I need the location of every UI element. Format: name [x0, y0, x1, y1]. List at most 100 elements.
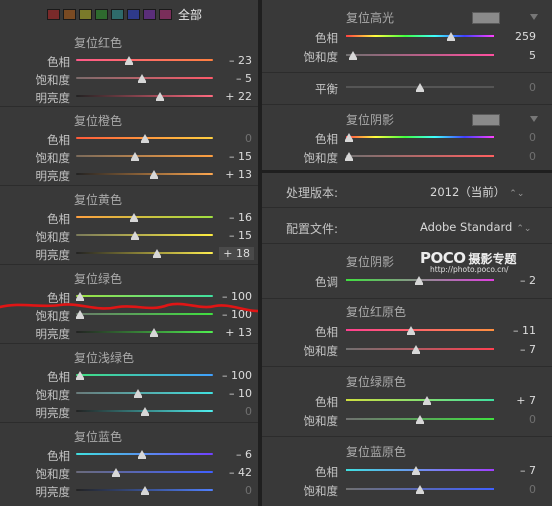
slider-thumb[interactable]: [152, 249, 161, 258]
slider-thumb[interactable]: [414, 276, 423, 285]
slider-thumb[interactable]: [137, 74, 146, 83]
balance-thumb[interactable]: [416, 83, 424, 92]
slider-track[interactable]: [346, 469, 494, 471]
slider-value[interactable]: – 7: [520, 464, 536, 477]
slider-value[interactable]: 0: [529, 131, 536, 144]
slider-track[interactable]: [76, 392, 213, 394]
slider-value[interactable]: + 7: [516, 394, 536, 407]
slider-thumb[interactable]: [125, 56, 134, 65]
slider-thumb[interactable]: [76, 371, 85, 380]
slider-value[interactable]: 0: [529, 413, 536, 426]
slider-thumb[interactable]: [407, 326, 416, 335]
process-version-select[interactable]: 2012（当前） ⌃⌄: [430, 184, 524, 200]
slider-value[interactable]: 0: [529, 150, 536, 163]
shadow-expand-icon[interactable]: [530, 116, 538, 122]
slider-track[interactable]: [346, 136, 494, 138]
slider-track[interactable]: [76, 173, 213, 175]
slider-thumb[interactable]: [140, 486, 149, 495]
slider-track[interactable]: [76, 95, 213, 97]
slider-track[interactable]: [76, 331, 213, 333]
section-reset-title[interactable]: 复位红色: [74, 34, 122, 51]
slider-thumb[interactable]: [416, 415, 424, 424]
slider-value[interactable]: 0: [245, 132, 252, 145]
slider-thumb[interactable]: [150, 170, 159, 179]
slider-thumb[interactable]: [155, 92, 164, 101]
swatch-yellow[interactable]: [79, 8, 92, 20]
slider-track[interactable]: [76, 471, 213, 473]
swatch-purple[interactable]: [143, 8, 156, 20]
slider-value[interactable]: 0: [245, 405, 252, 418]
swatch-aqua[interactable]: [111, 8, 124, 20]
slider-value[interactable]: – 15: [229, 150, 252, 163]
slider-value[interactable]: + 13: [225, 168, 252, 181]
slider-value[interactable]: 259: [515, 30, 536, 43]
slider-thumb[interactable]: [150, 328, 159, 337]
section-reset-title[interactable]: 复位浅绿色: [74, 349, 134, 366]
slider-track[interactable]: [76, 155, 213, 157]
section-reset-title[interactable]: 复位绿色: [74, 270, 122, 287]
slider-track[interactable]: [76, 295, 213, 297]
slider-value[interactable]: – 6: [236, 448, 252, 461]
slider-value[interactable]: 0: [245, 484, 252, 497]
slider-thumb[interactable]: [344, 133, 353, 142]
calib-green-title[interactable]: 复位绿原色: [346, 373, 406, 390]
calib-red-title[interactable]: 复位红原色: [346, 303, 406, 320]
slider-value[interactable]: – 42: [229, 466, 252, 479]
slider-value[interactable]: – 10: [229, 387, 252, 400]
slider-thumb[interactable]: [411, 345, 420, 354]
shadow-color-preview[interactable]: [472, 114, 500, 126]
shadow-reset-title[interactable]: 复位阴影: [346, 111, 394, 128]
slider-value[interactable]: + 22: [225, 90, 252, 103]
slider-track[interactable]: [76, 374, 213, 376]
slider-value[interactable]: + 13: [225, 326, 252, 339]
slider-thumb[interactable]: [133, 389, 142, 398]
slider-thumb[interactable]: [349, 51, 358, 60]
slider-value[interactable]: – 100: [222, 369, 252, 382]
swatch-green[interactable]: [95, 8, 108, 20]
slider-value[interactable]: – 2: [520, 274, 536, 287]
slider-value[interactable]: + 18: [219, 247, 254, 260]
highlight-reset-title[interactable]: 复位高光: [346, 9, 394, 26]
section-reset-title[interactable]: 复位蓝色: [74, 428, 122, 445]
slider-value[interactable]: – 5: [236, 72, 252, 85]
calib-shadow-title[interactable]: 复位阴影: [346, 253, 394, 270]
slider-thumb[interactable]: [76, 292, 85, 301]
all-colors-button[interactable]: 全部: [178, 6, 202, 23]
swatch-magenta[interactable]: [159, 8, 172, 20]
highlight-expand-icon[interactable]: [530, 14, 538, 20]
slider-value[interactable]: – 23: [229, 54, 252, 67]
slider-value[interactable]: 5: [529, 49, 536, 62]
slider-value[interactable]: – 100: [222, 308, 252, 321]
slider-track[interactable]: [346, 399, 494, 401]
slider-thumb[interactable]: [130, 152, 139, 161]
slider-value[interactable]: – 100: [222, 290, 252, 303]
slider-track[interactable]: [346, 155, 494, 157]
slider-thumb[interactable]: [111, 468, 120, 477]
swatch-blue[interactable]: [127, 8, 140, 20]
slider-thumb[interactable]: [140, 134, 149, 143]
slider-track[interactable]: [76, 234, 213, 236]
slider-value[interactable]: – 16: [229, 211, 252, 224]
slider-thumb[interactable]: [129, 213, 138, 222]
slider-value[interactable]: 0: [529, 483, 536, 496]
slider-thumb[interactable]: [344, 152, 353, 161]
calib-blue-title[interactable]: 复位蓝原色: [346, 443, 406, 460]
slider-track[interactable]: [346, 329, 494, 331]
balance-value[interactable]: 0: [529, 81, 536, 94]
slider-track[interactable]: [76, 313, 213, 315]
slider-thumb[interactable]: [411, 466, 420, 475]
slider-thumb[interactable]: [137, 450, 146, 459]
swatch-orange[interactable]: [63, 8, 76, 20]
slider-thumb[interactable]: [447, 32, 456, 41]
slider-value[interactable]: – 7: [520, 343, 536, 356]
slider-thumb[interactable]: [130, 231, 139, 240]
slider-thumb[interactable]: [140, 407, 149, 416]
slider-track[interactable]: [76, 252, 213, 254]
section-reset-title[interactable]: 复位橙色: [74, 112, 122, 129]
slider-track[interactable]: [346, 54, 494, 56]
slider-track[interactable]: [346, 348, 494, 350]
swatch-red[interactable]: [47, 8, 60, 20]
slider-track[interactable]: [76, 59, 213, 61]
section-reset-title[interactable]: 复位黄色: [74, 191, 122, 208]
profile-select[interactable]: Adobe Standard ⌃⌄: [420, 220, 531, 234]
